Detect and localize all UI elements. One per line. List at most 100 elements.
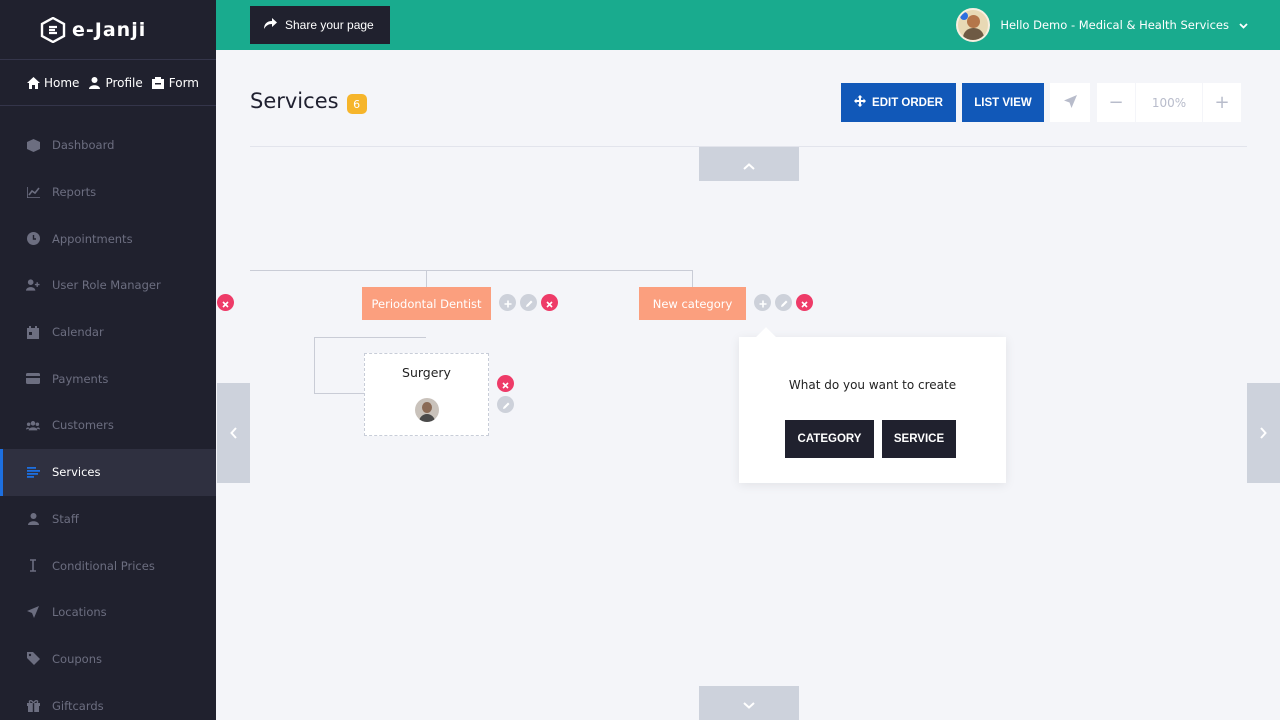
user-greeting: Hello Demo - Medical & Health Services [1000, 18, 1229, 32]
sidebar-item-label: Staff [52, 511, 79, 526]
sidebar-item-label: Payments [52, 371, 109, 386]
calendar-icon [26, 325, 40, 339]
avatar [956, 8, 991, 42]
create-category-label: CATEGORY [797, 433, 862, 445]
pan-right-button[interactable] [1247, 383, 1280, 483]
pencil-icon [780, 293, 788, 312]
quicknav-profile[interactable]: Profile [87, 75, 143, 90]
sidebar-item-giftcards[interactable]: Giftcards [0, 682, 216, 720]
category-node-label: New category [652, 296, 733, 311]
sidebar-item-coupons[interactable]: Coupons [0, 636, 216, 683]
delete-category-button[interactable] [541, 294, 558, 311]
close-icon [546, 293, 553, 312]
sidebar-item-services[interactable]: Services [0, 448, 216, 496]
topbar: Share your page Hello Demo - Medical & H… [216, 0, 1280, 50]
zoom-in-button[interactable]: + [1203, 83, 1241, 122]
sidebar-item-user-role-manager[interactable]: User Role Manager [0, 262, 216, 309]
sidebar-item-label: User Role Manager [52, 278, 161, 293]
move-icon [854, 95, 867, 110]
tree-connector [314, 337, 426, 338]
category-node-periodontal[interactable]: Periodontal Dentistry [362, 287, 491, 320]
add-child-button[interactable] [499, 294, 516, 311]
popup-question: What do you want to create [788, 378, 957, 392]
sidebar-item-label: Calendar [52, 325, 104, 340]
share-icon [264, 18, 277, 32]
close-icon [502, 374, 509, 393]
tree-connector [426, 270, 427, 287]
logo-icon [40, 16, 66, 43]
sidebar-item-appointments[interactable]: Appointments [0, 215, 216, 262]
pencil-icon [525, 293, 533, 312]
quicknav-form[interactable]: Form [151, 76, 199, 90]
quicknav-profile-label: Profile [105, 75, 143, 90]
quicknav-home[interactable]: Home [26, 76, 79, 90]
delete-category-button[interactable] [217, 294, 234, 311]
sidebar-item-customers[interactable]: Customers [0, 402, 216, 449]
cursor-icon [26, 559, 40, 573]
tag-icon [26, 652, 40, 666]
form-icon [151, 76, 165, 90]
sidebar-item-label: Customers [52, 418, 114, 433]
sidebar-item-dashboard[interactable]: Dashboard [0, 122, 216, 169]
verified-badge-icon [960, 12, 969, 20]
sidebar-item-payments[interactable]: Payments [0, 355, 216, 402]
edit-order-button[interactable]: EDIT ORDER [841, 83, 956, 122]
sidebar-item-staff[interactable]: Staff [0, 496, 216, 543]
locate-button[interactable] [1050, 83, 1090, 122]
quick-nav: Home Profile Form [0, 60, 216, 106]
chevron-down-icon [743, 694, 755, 713]
home-icon [26, 76, 40, 90]
create-service-label: SERVICE [893, 433, 945, 445]
user-icon [26, 512, 40, 526]
add-child-button[interactable] [754, 294, 771, 311]
pencil-icon [502, 395, 510, 414]
create-category-button[interactable]: CATEGORY [785, 420, 874, 458]
chevron-down-icon [1239, 18, 1248, 32]
service-node-label: Surgery [402, 365, 451, 380]
count-badge: 6 [346, 94, 367, 114]
sidebar-item-label: Conditional Prices [52, 558, 155, 573]
edit-category-button[interactable] [520, 294, 537, 311]
sidebar-item-label: Locations [52, 605, 107, 620]
service-node-surgery[interactable]: Surgery [364, 353, 489, 436]
tree-connector [314, 337, 315, 394]
delete-category-button[interactable] [796, 294, 813, 311]
page-title: Services 6 [250, 88, 367, 114]
tree-connector [250, 270, 693, 271]
credit-card-icon [26, 372, 40, 386]
pan-up-button[interactable] [699, 147, 799, 181]
category-node-new[interactable]: New category [639, 287, 746, 320]
chevron-left-icon [230, 424, 237, 443]
share-page-button[interactable]: Share your page [250, 6, 390, 44]
location-arrow-icon [1063, 94, 1077, 111]
sidebar-item-reports[interactable]: Reports [0, 169, 216, 216]
sidebar-item-locations[interactable]: Locations [0, 589, 216, 636]
pan-left-button[interactable] [217, 383, 250, 483]
sidebar-item-label: Services [52, 465, 101, 480]
zoom-out-button[interactable]: − [1097, 83, 1135, 122]
create-service-button[interactable]: SERVICE [882, 420, 956, 458]
plus-icon: + [1214, 92, 1230, 113]
edit-category-button[interactable] [775, 294, 792, 311]
users-icon [26, 418, 40, 432]
sidebar: e-Janji Home Profile Form Dashboard Repo… [0, 0, 216, 720]
quicknav-form-label: Form [168, 75, 199, 90]
list-view-label: LIST VIEW [974, 96, 1032, 109]
gift-icon [26, 699, 40, 713]
staff-avatar [415, 398, 439, 422]
list-view-button[interactable]: LIST VIEW [962, 83, 1044, 122]
clock-icon [26, 232, 40, 246]
sidebar-item-label: Dashboard [52, 138, 115, 153]
user-icon [87, 76, 101, 90]
delete-service-button[interactable] [497, 375, 514, 392]
sidebar-item-calendar[interactable]: Calendar [0, 309, 216, 356]
sidebar-item-conditional-prices[interactable]: Conditional Prices [0, 542, 216, 589]
pan-down-button[interactable] [699, 686, 799, 720]
brand-logo[interactable]: e-Janji [0, 0, 216, 60]
sidebar-item-label: Coupons [52, 651, 102, 666]
brand-name: e-Janji [72, 18, 147, 41]
chart-icon [26, 185, 40, 199]
edit-service-button[interactable] [497, 396, 514, 413]
user-menu[interactable]: Hello Demo - Medical & Health Services [956, 8, 1248, 42]
chevron-up-icon [743, 155, 755, 174]
